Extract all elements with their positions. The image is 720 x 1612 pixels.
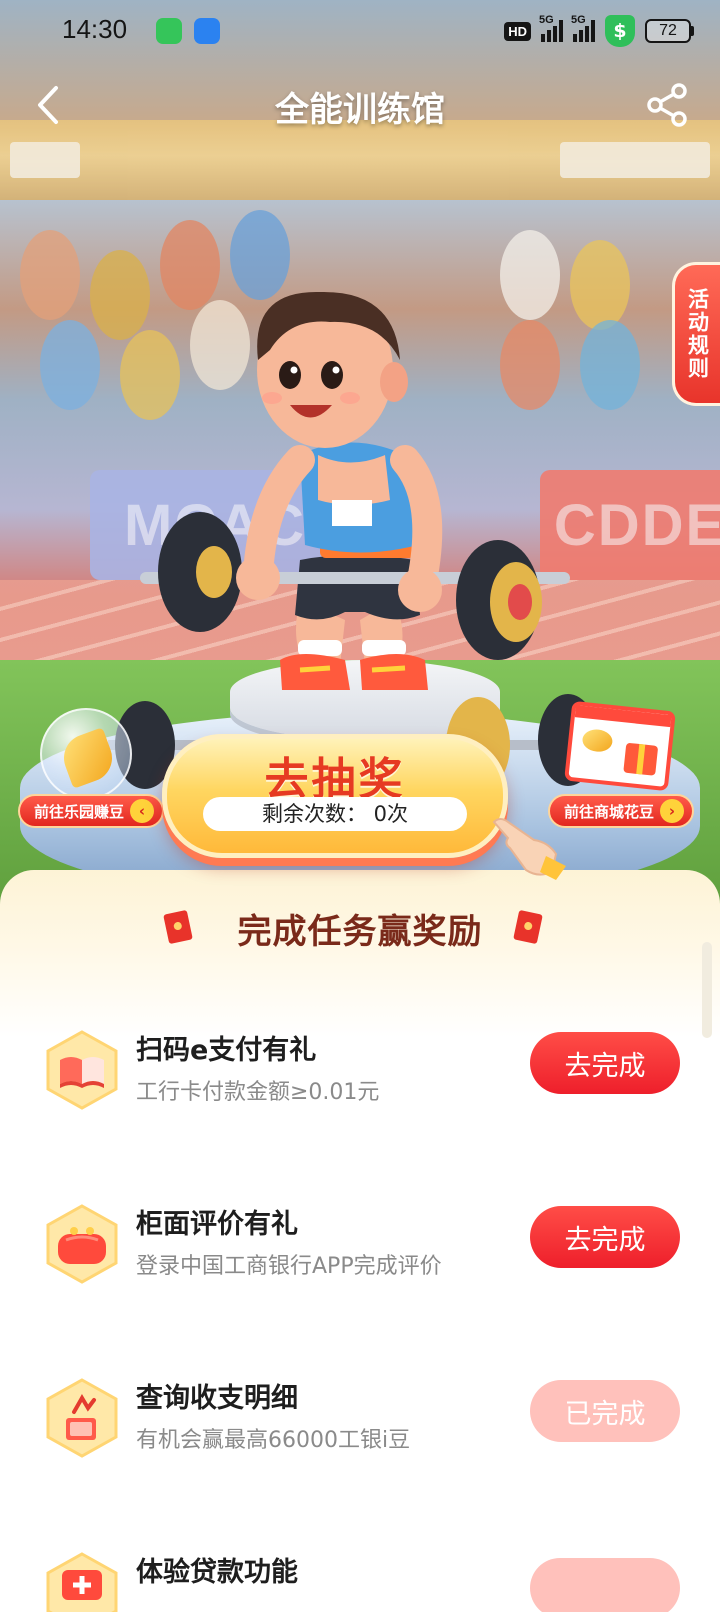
- bean-bubble-icon: [40, 708, 132, 800]
- status-bar: 14:30 HD 5G 5G $ 72: [0, 0, 720, 62]
- security-shield-icon: $: [605, 15, 635, 47]
- remaining-count: 剩余次数： 0次: [203, 797, 467, 831]
- book-icon: [46, 1030, 118, 1110]
- task-panel-title: 完成任务赢奖励: [237, 912, 483, 952]
- task-name: 柜面评价有礼: [136, 1209, 298, 1240]
- activity-rules-tab[interactable]: 活动规则: [672, 262, 720, 406]
- task-go-button[interactable]: 去完成: [530, 1206, 680, 1268]
- task-name: 体验贷款功能: [136, 1557, 298, 1588]
- task-desc: 工行卡付款金额≥0.01元: [136, 1080, 380, 1105]
- nav-bar: 全能训练馆: [0, 70, 720, 140]
- task-desc: 有机会赢最高66000工银i豆: [136, 1428, 411, 1453]
- page-title: 全能训练馆: [275, 90, 445, 130]
- task-row: 扫码e支付有礼 工行卡付款金额≥0.01元 去完成: [0, 1024, 720, 1134]
- status-time: 14:30: [62, 14, 128, 44]
- task-row: 查询收支明细 有机会赢最高66000工银i豆 已完成: [0, 1372, 720, 1482]
- task-name: 扫码e支付有礼: [136, 1035, 317, 1066]
- chart-icon: [46, 1378, 118, 1458]
- go-to-paradise-button[interactable]: 前往乐园赚豆 ‹: [18, 794, 165, 828]
- hd-voice-icon: HD: [504, 21, 531, 41]
- task-name: 查询收支明细: [136, 1383, 298, 1414]
- task-panel: 完成任务赢奖励 扫码e支付有礼 工行卡付款金额≥0.01元 去完成 柜面评价有礼…: [0, 870, 720, 1612]
- task-row: 柜面评价有礼 登录中国工商银行APP完成评价 去完成: [0, 1198, 720, 1308]
- signal-icon: 5G: [571, 14, 595, 42]
- pointing-hand-icon: [492, 818, 566, 880]
- task-go-button[interactable]: [530, 1558, 680, 1612]
- task-row: 体验贷款功能: [0, 1546, 720, 1612]
- mall-gift-icon: [564, 700, 676, 792]
- loan-icon: [46, 1552, 118, 1612]
- browser-app-icon: [194, 18, 220, 44]
- go-to-mall-label: 前往商城花豆: [564, 802, 655, 821]
- task-done-button[interactable]: 已完成: [530, 1380, 680, 1442]
- task-panel-header: 完成任务赢奖励: [0, 904, 720, 954]
- task-go-button[interactable]: 去完成: [530, 1032, 680, 1094]
- go-to-paradise-label: 前往乐园赚豆: [34, 802, 125, 821]
- battery-icon: 72: [645, 19, 694, 43]
- share-icon[interactable]: [646, 82, 690, 128]
- arrow-right-icon: ›: [660, 799, 685, 823]
- signal-icon: 5G: [539, 14, 563, 42]
- lottery-button[interactable]: 去抽奖 剩余次数： 0次: [162, 734, 508, 858]
- wallet-icon: [46, 1204, 118, 1284]
- task-desc: 登录中国工商银行APP完成评价: [136, 1254, 442, 1279]
- remaining-value: 0次: [373, 802, 409, 826]
- messages-app-icon: [156, 18, 182, 44]
- arrow-left-icon: ‹: [130, 799, 155, 823]
